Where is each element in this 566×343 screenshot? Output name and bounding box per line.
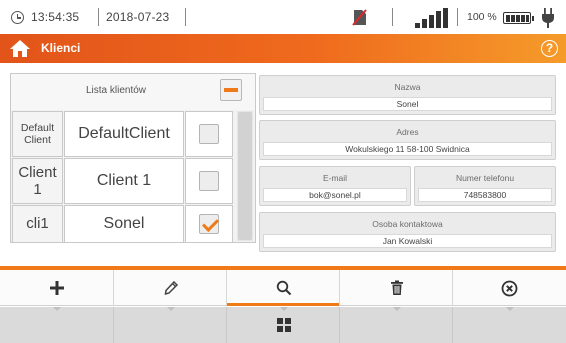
battery-percent: 100 % [467, 11, 497, 23]
add-button[interactable] [0, 270, 114, 306]
battery-icon [503, 12, 534, 24]
clock-icon [11, 11, 24, 24]
bottom-slot [339, 307, 453, 343]
client-short-name: Default Client [12, 111, 63, 157]
home-icon[interactable] [9, 39, 31, 58]
client-checkbox-checked[interactable] [199, 214, 219, 234]
client-short-name: Client 1 [12, 158, 63, 204]
help-icon[interactable]: ? [541, 40, 558, 57]
scrollbar-thumb[interactable] [238, 112, 252, 240]
status-bar: 13:54:35 2018-07-23 100 % [0, 0, 566, 34]
phone-label: Numer telefonu [455, 173, 515, 183]
no-sd-card-icon [352, 9, 367, 26]
client-list-panel: Lista klientów Default Client DefaultCli… [10, 73, 256, 243]
pencil-icon [164, 280, 178, 296]
close-button[interactable] [452, 270, 566, 306]
close-circle-icon [501, 280, 518, 296]
page-title: Klienci [41, 41, 81, 55]
address-field[interactable]: Adres Wokulskiego 11 58-100 Swidnica [259, 120, 556, 160]
menu-button[interactable] [226, 307, 340, 343]
edit-button[interactable] [113, 270, 227, 306]
contact-person-field[interactable]: Osoba kontaktowa Jan Kowalski [259, 212, 556, 252]
phone-field[interactable]: Numer telefonu 748583800 [414, 166, 556, 206]
bottom-slot [452, 307, 566, 343]
client-short-name: cli1 [12, 205, 63, 243]
plus-icon [50, 281, 64, 295]
name-field[interactable]: Nazwa Sonel [259, 75, 556, 115]
client-name: DefaultClient [64, 111, 184, 157]
client-row[interactable]: cli1 Sonel [11, 205, 235, 243]
select-all-checkbox[interactable] [220, 79, 242, 101]
client-list-header: Lista klientów [11, 74, 255, 110]
client-checkbox-cell[interactable] [185, 111, 233, 157]
client-checkbox[interactable] [199, 171, 219, 191]
status-time: 13:54:35 [31, 10, 80, 24]
email-label: E-mail [322, 173, 348, 183]
list-scrollbar[interactable] [237, 111, 253, 241]
client-row[interactable]: Default Client DefaultClient [11, 111, 235, 157]
contact-person-value: Jan Kowalski [263, 234, 552, 248]
client-list-title: Lista klientów [85, 85, 147, 96]
client-checkbox[interactable] [199, 124, 219, 144]
plug-icon [542, 8, 554, 28]
contact-person-label: Osoba kontaktowa [372, 219, 443, 229]
status-divider [185, 8, 186, 26]
title-bar: Klienci ? [0, 34, 566, 63]
status-divider [392, 8, 393, 26]
action-toolbar [0, 270, 566, 306]
phone-value: 748583800 [418, 188, 552, 202]
email-field[interactable]: E-mail bok@sonel.pl [259, 166, 411, 206]
name-value: Sonel [263, 97, 552, 111]
bottom-bar [0, 307, 566, 343]
signal-strength-icon [415, 8, 449, 28]
status-divider [457, 8, 458, 26]
search-icon [276, 280, 291, 296]
trash-icon [390, 280, 403, 295]
bottom-slot [0, 307, 114, 343]
client-name: Client 1 [64, 158, 184, 204]
client-checkbox-cell[interactable] [185, 205, 233, 243]
address-label: Adres [396, 127, 419, 137]
search-button[interactable] [226, 270, 340, 306]
email-value: bok@sonel.pl [263, 188, 407, 202]
client-name: Sonel [64, 205, 184, 243]
address-value: Wokulskiego 11 58-100 Swidnica [263, 142, 552, 156]
delete-button[interactable] [339, 270, 453, 306]
client-row[interactable]: Client 1 Client 1 [11, 158, 235, 204]
name-label: Nazwa [394, 82, 421, 92]
grid-menu-icon [276, 318, 291, 332]
status-date: 2018-07-23 [106, 10, 170, 24]
client-checkbox-cell[interactable] [185, 158, 233, 204]
status-divider [98, 8, 99, 26]
bottom-slot [113, 307, 227, 343]
